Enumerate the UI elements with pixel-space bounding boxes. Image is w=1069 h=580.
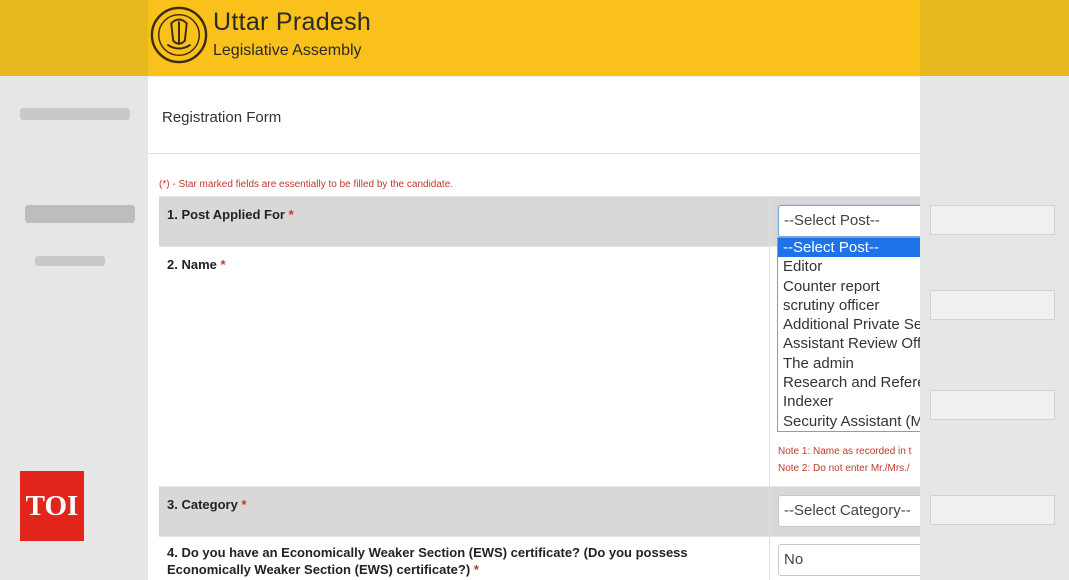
- background-blur: [930, 495, 1055, 525]
- post-option[interactable]: Editor: [778, 257, 920, 276]
- category-label-text: 3. Category: [167, 497, 238, 512]
- post-applied-label-text: 1. Post Applied For: [167, 207, 285, 222]
- category-label: 3. Category *: [167, 496, 247, 513]
- name-label-text: 2. Name: [167, 257, 217, 272]
- background-blur: [930, 390, 1055, 420]
- category-row: 3. Category * --Select Category--: [159, 486, 920, 536]
- column-divider: [769, 247, 770, 486]
- post-dropdown-list[interactable]: --Select Post-- Editor Counter report sc…: [777, 237, 920, 432]
- assembly-emblem-icon: [150, 6, 208, 64]
- post-option[interactable]: The admin: [778, 354, 920, 373]
- post-select[interactable]: --Select Post--: [778, 205, 920, 237]
- category-select[interactable]: --Select Category--: [778, 495, 920, 527]
- site-subtitle: Legislative Assembly: [213, 42, 362, 59]
- ews-row: 4. Do you have an Economically Weaker Se…: [159, 536, 920, 580]
- ews-label: 4. Do you have an Economically Weaker Se…: [167, 544, 763, 578]
- required-fields-note: (*) - Star marked fields are essentially…: [159, 179, 454, 190]
- site-header: Uttar Pradesh Legislative Assembly: [148, 0, 920, 76]
- name-note-2: Note 2: Do not enter Mr./Mrs./: [778, 463, 910, 474]
- post-option[interactable]: --Select Post--: [778, 238, 920, 258]
- required-mark: *: [241, 497, 247, 512]
- background-header-bar: [0, 0, 148, 76]
- column-divider: [769, 197, 770, 246]
- post-option[interactable]: Indexer: [778, 392, 920, 411]
- required-mark: *: [473, 562, 479, 577]
- form-title-bar: Registration Form: [148, 76, 920, 154]
- toi-watermark: TOI: [20, 471, 84, 541]
- ews-label-text: 4. Do you have an Economically Weaker Se…: [167, 545, 688, 577]
- column-divider: [769, 537, 770, 580]
- post-applied-label: 1. Post Applied For *: [167, 206, 294, 223]
- background-right: [920, 0, 1069, 580]
- name-note-1: Note 1: Name as recorded in t: [778, 446, 912, 457]
- required-mark: *: [288, 207, 294, 222]
- form-title: Registration Form: [162, 109, 282, 126]
- background-blur: [930, 290, 1055, 320]
- background-blur: [20, 108, 130, 120]
- column-divider: [769, 487, 770, 536]
- background-blur: [35, 256, 105, 266]
- background-blur: [930, 205, 1055, 235]
- background-blur: [25, 205, 135, 223]
- post-option[interactable]: Counter report: [778, 277, 920, 296]
- ews-select[interactable]: No: [778, 544, 920, 576]
- background-header-bar: [920, 0, 1069, 76]
- post-option[interactable]: Security Assistant (M: [778, 412, 920, 431]
- post-option[interactable]: Assistant Review Off: [778, 334, 920, 353]
- name-label: 2. Name *: [167, 256, 226, 273]
- post-option[interactable]: Research and Refere: [778, 373, 920, 392]
- post-option[interactable]: Additional Private Se: [778, 315, 920, 334]
- registration-page: Uttar Pradesh Legislative Assembly Regis…: [148, 0, 920, 580]
- post-option[interactable]: scrutiny officer: [778, 296, 920, 315]
- required-mark: *: [220, 257, 226, 272]
- site-title: Uttar Pradesh: [213, 8, 372, 36]
